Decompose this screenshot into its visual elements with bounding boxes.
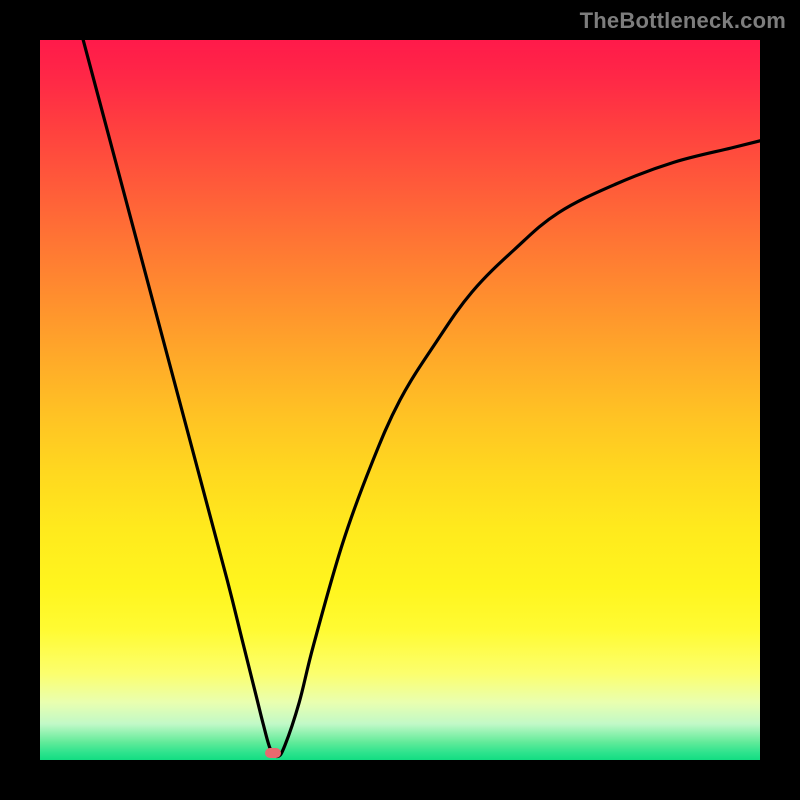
watermark-text: TheBottleneck.com	[580, 8, 786, 34]
plot-area	[40, 40, 760, 760]
min-point-marker	[265, 748, 281, 758]
bottleneck-curve	[83, 40, 760, 757]
chart-frame: TheBottleneck.com	[0, 0, 800, 800]
curve-svg	[40, 40, 760, 760]
